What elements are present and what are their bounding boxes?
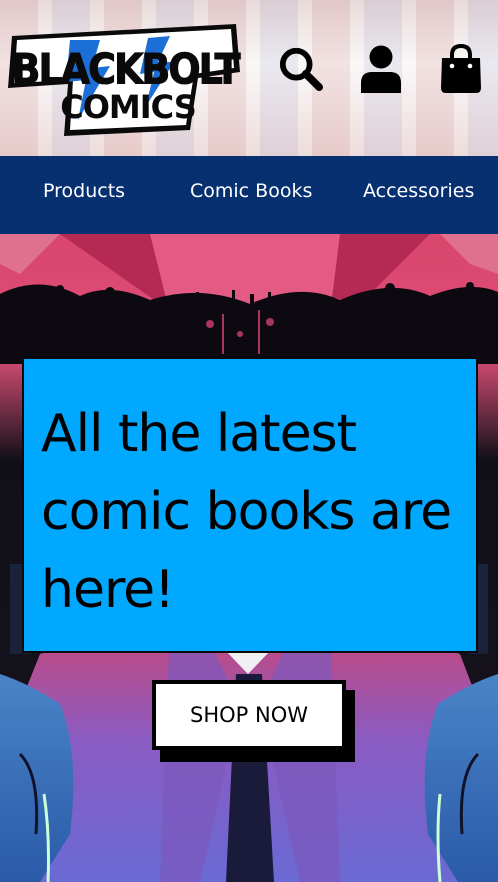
site-header: BLACKBOLT COMICS xyxy=(0,0,498,156)
blackbolt-comics-logo[interactable]: BLACKBOLT COMICS xyxy=(8,22,242,138)
account-button[interactable] xyxy=(358,44,404,94)
shop-now-label: SHOP NOW xyxy=(156,684,342,746)
search-button[interactable] xyxy=(278,44,324,94)
hero-banner: All the latest comic books are here! SHO… xyxy=(0,234,498,882)
svg-text:COMICS: COMICS xyxy=(60,88,196,126)
nav-item-products[interactable]: Products xyxy=(43,180,125,202)
svg-text:BLACKBOLT: BLACKBOLT xyxy=(12,46,242,94)
account-icon xyxy=(361,45,401,93)
hero-headline-box: All the latest comic books are here! xyxy=(24,359,476,651)
main-navigation: Products Comic Books Accessories xyxy=(0,156,498,234)
hero-headline: All the latest comic books are here! xyxy=(41,404,452,620)
shopping-bag-icon xyxy=(441,44,481,93)
shop-now-button[interactable]: SHOP NOW xyxy=(152,680,346,750)
search-icon xyxy=(279,47,324,92)
nav-item-comic-books[interactable]: Comic Books xyxy=(190,180,312,202)
nav-item-accessories[interactable]: Accessories xyxy=(363,180,474,202)
cart-button[interactable] xyxy=(438,44,484,94)
